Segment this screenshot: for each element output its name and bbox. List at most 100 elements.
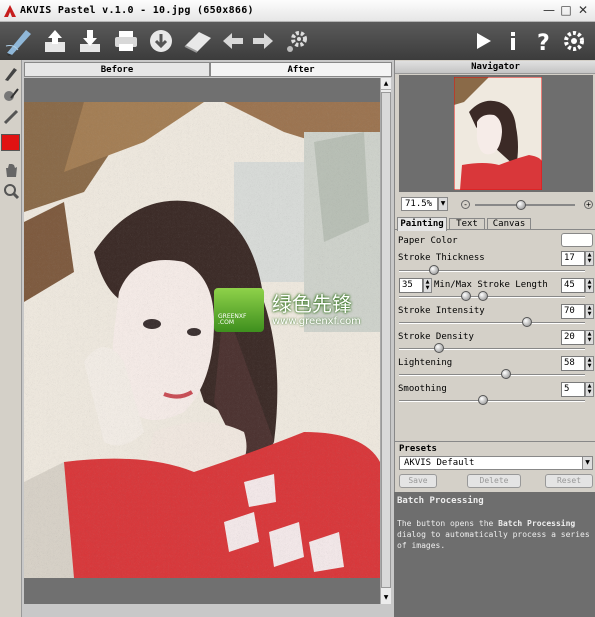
close-button[interactable]: ✕ xyxy=(575,3,591,19)
tab-text[interactable]: Text xyxy=(449,218,485,230)
tab-before[interactable]: Before xyxy=(24,62,210,77)
presets-divider xyxy=(395,441,595,442)
canvas-margin-bottom xyxy=(24,578,380,604)
zoom-out-icon[interactable]: - xyxy=(461,200,470,209)
stroke-thickness-spinner[interactable]: ▲ ▼ xyxy=(585,251,594,266)
preset-save-button[interactable]: Save xyxy=(399,474,437,488)
preset-delete-button[interactable]: Delete xyxy=(467,474,521,488)
zoom-in-icon[interactable]: + xyxy=(584,200,593,209)
brush-tool-icon[interactable] xyxy=(2,86,20,104)
save-icon[interactable] xyxy=(77,28,103,54)
run-icon[interactable] xyxy=(470,28,496,54)
zoom-slider-knob[interactable] xyxy=(516,200,526,210)
undo-icon[interactable] xyxy=(220,28,246,54)
stroke-thickness-track xyxy=(399,270,585,272)
share-icon[interactable] xyxy=(148,28,174,54)
vertical-scrollbar[interactable]: ▲ ▼ xyxy=(380,78,391,604)
zoom-dropdown-icon[interactable]: ▼ xyxy=(438,197,448,211)
lightening-spinner[interactable]: ▲ ▼ xyxy=(585,356,594,371)
smoothing-label: Smoothing xyxy=(398,384,447,394)
settings-gear-icon[interactable] xyxy=(284,28,310,54)
stroke-length-min-spinner[interactable]: ▲ ▼ xyxy=(423,278,432,293)
paper-color-swatch[interactable] xyxy=(561,233,593,247)
stroke-intensity-slider[interactable] xyxy=(522,317,533,327)
stroke-intensity-track xyxy=(399,322,585,324)
scroll-down-icon[interactable]: ▼ xyxy=(381,592,391,604)
paper-color-label: Paper Color xyxy=(398,236,458,246)
stroke-thickness-label: Stroke Thickness xyxy=(398,253,485,263)
stroke-intensity-spinner[interactable]: ▲ ▼ xyxy=(585,304,594,319)
stroke-length-track xyxy=(399,296,585,298)
print-icon[interactable] xyxy=(113,28,139,54)
lightening-label: Lightening xyxy=(398,358,453,368)
stroke-density-spinner[interactable]: ▲ ▼ xyxy=(585,330,594,345)
smoothing-input[interactable]: 5 xyxy=(561,382,585,397)
lightening-input[interactable]: 58 xyxy=(561,356,585,371)
zoom-tool-icon[interactable] xyxy=(2,182,20,200)
open-icon[interactable] xyxy=(42,28,68,54)
stroke-length-min-input[interactable]: 35 xyxy=(399,278,423,293)
help-text-before: The button opens the xyxy=(397,519,499,528)
help-icon[interactable]: ? xyxy=(531,28,557,54)
stroke-thickness-input[interactable]: 17 xyxy=(561,251,585,266)
presets-dropdown-icon[interactable]: ▼ xyxy=(582,456,593,470)
presets-select[interactable]: AKVIS Default xyxy=(399,456,583,470)
window-title: AKVIS Pastel v.1.0 - 10.jpg (650x866) xyxy=(20,5,254,16)
scroll-up-icon[interactable]: ▲ xyxy=(381,78,391,90)
preset-reset-button[interactable]: Reset xyxy=(545,474,593,488)
smoothing-slider[interactable] xyxy=(478,395,489,405)
stroke-length-max-spinner[interactable]: ▲ ▼ xyxy=(585,278,594,293)
main-toolbar: ? xyxy=(0,22,595,60)
help-title: Batch Processing xyxy=(397,496,484,506)
help-panel: Batch Processing The button opens the Ba… xyxy=(394,492,595,617)
help-text-bold: Batch Processing xyxy=(498,519,576,528)
stroke-density-input[interactable]: 20 xyxy=(561,330,585,345)
pastel-portrait-image xyxy=(24,102,380,578)
tab-painting[interactable]: Painting xyxy=(397,217,447,231)
stroke-length-max-input[interactable]: 45 xyxy=(561,278,585,293)
stroke-density-slider[interactable] xyxy=(434,343,445,353)
color-swatch[interactable] xyxy=(1,134,20,151)
navigator-preview[interactable] xyxy=(399,75,593,192)
smoothing-spinner[interactable]: ▲ ▼ xyxy=(585,382,594,397)
watermark-url: www.greenxf.com xyxy=(272,316,361,327)
scroll-thumb[interactable] xyxy=(381,92,391,588)
hand-tool-icon[interactable] xyxy=(2,160,20,178)
stroke-tool-icon[interactable] xyxy=(2,108,20,126)
navigator-title: Navigator xyxy=(395,61,595,74)
pencil-tool-icon[interactable] xyxy=(2,64,20,82)
info-icon[interactable] xyxy=(500,28,526,54)
lightening-track xyxy=(399,374,585,376)
stroke-density-label: Stroke Density xyxy=(398,332,474,342)
title-bar: AKVIS Pastel v.1.0 - 10.jpg (650x866) — … xyxy=(0,0,595,22)
pastel-image-canvas[interactable]: GREENXF .COM 绿色先锋 www.greenxf.com xyxy=(24,102,380,578)
maximize-button[interactable]: □ xyxy=(558,3,574,19)
redo-icon[interactable] xyxy=(250,28,276,54)
eraser-icon[interactable] xyxy=(183,28,213,54)
help-text: The button opens the Batch Processing di… xyxy=(397,518,592,551)
watermark-brand: 绿色先锋 xyxy=(272,292,352,316)
painting-parameters: Paper Color Stroke Thickness 17 ▲ ▼ 35 ▲ ▼… xyxy=(395,232,595,442)
stroke-length-max-slider[interactable] xyxy=(478,291,489,301)
navigator-thumbnail xyxy=(454,77,542,190)
stroke-length-min-slider[interactable] xyxy=(460,291,471,301)
stroke-intensity-label: Stroke Intensity xyxy=(398,306,485,316)
stroke-density-track xyxy=(399,348,585,350)
pastel-logo-icon xyxy=(5,30,31,56)
zoom-level-field[interactable]: 71.5% xyxy=(401,197,438,211)
canvas-margin-top xyxy=(24,78,380,102)
presets-title: Presets xyxy=(399,444,437,454)
minimize-button[interactable]: — xyxy=(541,3,557,19)
tools-panel xyxy=(0,60,22,617)
tab-after[interactable]: After xyxy=(210,62,392,77)
svg-text:?: ? xyxy=(537,31,550,54)
stroke-thickness-slider[interactable] xyxy=(428,265,439,275)
lightening-slider[interactable] xyxy=(501,369,512,379)
tab-canvas[interactable]: Canvas xyxy=(487,218,531,230)
stroke-intensity-input[interactable]: 70 xyxy=(561,304,585,319)
stroke-length-label: Min/Max Stroke Length xyxy=(434,280,548,290)
preferences-icon[interactable] xyxy=(561,28,587,54)
smoothing-track xyxy=(399,400,585,402)
watermark-badge: GREENXF .COM xyxy=(214,288,264,332)
akvis-logo-icon xyxy=(4,5,16,17)
